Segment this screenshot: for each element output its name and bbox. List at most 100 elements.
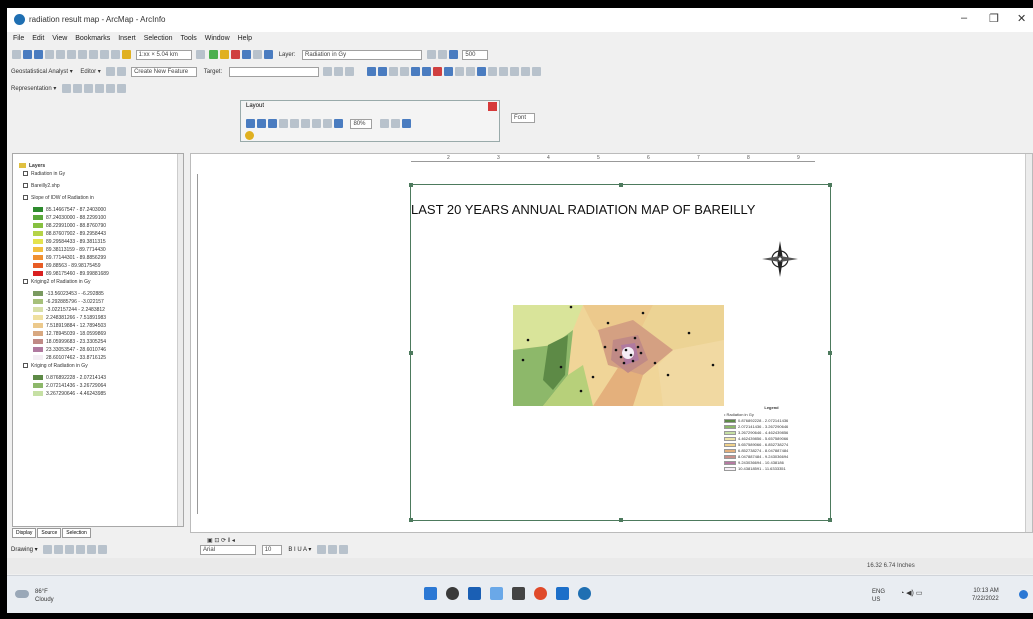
tool-c-icon[interactable] (345, 67, 355, 76)
toc-legend-entry[interactable]: -13.56023453 - -6.292885 (33, 291, 104, 297)
gear-icon[interactable] (245, 131, 254, 140)
cloud-icon[interactable] (15, 590, 29, 598)
rep-tool-2-icon[interactable] (73, 84, 83, 93)
rectangle-icon[interactable] (76, 545, 86, 554)
start-icon[interactable] (424, 587, 437, 600)
menu-help[interactable]: Help (238, 35, 252, 42)
toc-layer[interactable]: Bareilly2.shp (23, 183, 60, 189)
toc-legend-entry[interactable]: 2.072141436 - 3.26729064 (33, 383, 106, 389)
toc-legend-entry[interactable]: 88.22991000 - 88.8760790 (33, 223, 106, 229)
pointer-icon[interactable] (466, 67, 476, 76)
selection-handle[interactable] (619, 518, 623, 522)
restore-button[interactable]: ❐ (989, 12, 999, 25)
full-extent-icon[interactable] (422, 67, 432, 76)
toc-legend-entry[interactable]: 2.248381266 - 7.51891983 (33, 315, 106, 321)
identify-icon[interactable] (477, 67, 487, 76)
zoom-100-icon[interactable] (290, 119, 299, 129)
rotate-icon[interactable] (54, 545, 64, 554)
table-of-contents-icon[interactable] (220, 50, 230, 59)
previous-extent-icon[interactable] (323, 119, 332, 129)
layer-checkbox[interactable] (23, 279, 28, 285)
zoom-field[interactable]: 500 (462, 49, 489, 60)
menu-file[interactable]: File (13, 35, 24, 42)
toc-legend-entry[interactable]: -6.292885796 - -3.022157 (33, 299, 104, 305)
toggle-draft-icon[interactable] (379, 119, 389, 129)
layer-checkbox[interactable] (23, 171, 28, 177)
layout-view[interactable]: 2 3 4 5 6 7 8 9 LAST 20 YEARS ANNUAL RAD… (190, 153, 1033, 533)
edit-vertices-icon[interactable] (98, 545, 108, 554)
toc-legend-entry[interactable]: 89.88563 - 89.98175459 (33, 263, 101, 269)
toc-legend-entry[interactable]: 87.24030000 - 88.2299100 (33, 215, 106, 221)
time-slider-icon[interactable] (532, 67, 542, 76)
toc-scrollbar[interactable] (177, 154, 183, 526)
line-color-icon[interactable] (328, 545, 338, 554)
representation-menu[interactable]: Representation ▾ (11, 85, 56, 92)
html-popup-icon[interactable] (521, 67, 531, 76)
wifi-volume-battery-icon[interactable]: ◔ ◀) ▭ (900, 589, 922, 597)
cut-icon[interactable] (56, 50, 65, 59)
layout-pan-icon[interactable] (268, 119, 277, 129)
undo-icon[interactable] (100, 50, 109, 59)
menu-selection[interactable]: Selection (144, 35, 173, 42)
task-view-icon[interactable] (468, 587, 481, 600)
selection-handle[interactable] (828, 518, 832, 522)
print-icon[interactable] (45, 50, 54, 59)
toc-legend-entry[interactable]: 89.98175460 - 89.99881689 (33, 271, 109, 277)
select-elements-icon[interactable] (43, 545, 53, 554)
fixed-zoom-out-layout-icon[interactable] (312, 119, 321, 129)
toc-legend-entry[interactable]: 85.14667547 - 87.2403000 (33, 207, 106, 213)
paste-icon[interactable] (78, 50, 87, 59)
selection-handle[interactable] (409, 351, 413, 355)
focus-data-frame-icon[interactable] (390, 119, 400, 129)
next-extent-icon[interactable] (334, 119, 343, 129)
menu-insert[interactable]: Insert (118, 35, 136, 42)
close-button[interactable]: ✕ (1017, 12, 1026, 25)
select-icon[interactable] (455, 67, 465, 76)
toc-legend-entry[interactable]: 89.77144301 - 89.8856299 (33, 255, 106, 261)
toc-layer[interactable]: Slope of IDW of Radiation in (23, 195, 94, 201)
toc-legend-entry[interactable]: 23.33053547 - 28.6010746 (33, 347, 106, 353)
layout-page[interactable]: LAST 20 YEARS ANNUAL RADIATION MAP OF BA… (409, 183, 832, 522)
selection-handle[interactable] (828, 183, 832, 187)
open-icon[interactable] (23, 50, 32, 59)
chat-icon[interactable] (490, 587, 503, 600)
toc-layer[interactable]: Kriging2 of Radiation in Gy (23, 279, 90, 285)
save-icon[interactable] (34, 50, 43, 59)
swipe-icon[interactable] (448, 50, 458, 59)
layout-zoom-out-icon[interactable] (257, 119, 266, 129)
selection-handle[interactable] (828, 351, 832, 355)
back-icon[interactable] (433, 67, 443, 76)
font-field[interactable]: Font (511, 113, 535, 123)
fixed-zoom-in-layout-icon[interactable] (301, 119, 310, 129)
marker-color-icon[interactable] (339, 545, 349, 554)
layer-dropdown-icon[interactable] (426, 50, 436, 59)
zoom-in-icon[interactable] (367, 67, 377, 76)
menu-view[interactable]: View (52, 35, 67, 42)
radiation-map-frame[interactable] (513, 305, 724, 406)
create-features-field[interactable]: Create New Feature (131, 66, 198, 77)
map-legend[interactable]: Legend • Radiation in Gy 0.876892228 - 2… (724, 405, 819, 472)
search-icon[interactable] (446, 587, 459, 600)
selection-handle[interactable] (409, 518, 413, 522)
tool-b-icon[interactable] (334, 67, 344, 76)
scale-dropdown-icon[interactable] (196, 50, 206, 59)
arctoolbox-icon[interactable] (231, 50, 241, 59)
rep-tool-3-icon[interactable] (84, 84, 94, 93)
text-style-buttons[interactable]: B I U A ▾ (288, 546, 311, 553)
change-layout-icon[interactable] (401, 119, 411, 129)
layer-select[interactable]: Radiation in Gy (302, 49, 423, 60)
rep-tool-1-icon[interactable] (62, 84, 72, 93)
toc-legend-entry[interactable]: -3.022157244 - 2.2483812 (33, 307, 105, 313)
find-icon[interactable] (488, 67, 498, 76)
toc-legend-entry[interactable]: 28.60107462 - 33.8716125 (33, 355, 106, 361)
map-title[interactable]: LAST 20 YEARS ANNUAL RADIATION MAP OF BA… (411, 202, 851, 217)
notification-icon[interactable] (1019, 590, 1028, 599)
zoom-whole-page-icon[interactable] (279, 119, 288, 129)
system-tray[interactable]: ENG US (872, 588, 885, 604)
minimize-button[interactable]: – (961, 12, 967, 24)
layout-toolbar-close-icon[interactable] (488, 102, 497, 111)
font-size-select[interactable]: 10 (261, 544, 282, 555)
fixed-zoom-out-icon[interactable] (400, 67, 410, 76)
toc-layer[interactable]: Kriging of Radiation in Gy (23, 363, 88, 369)
font-select[interactable]: Arial (200, 544, 257, 555)
